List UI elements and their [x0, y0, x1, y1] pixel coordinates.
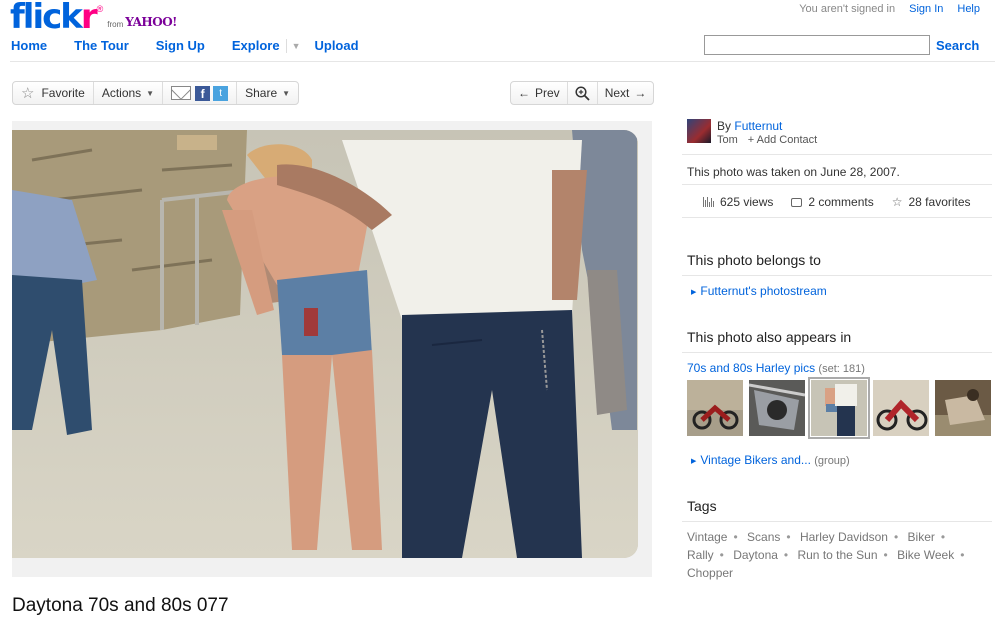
favorites-stat[interactable]: ☆ 28 favorites: [892, 195, 971, 209]
account-links: You aren't signed in Sign In Help: [799, 3, 980, 15]
photo-title: Daytona 70s and 80s 077: [12, 595, 229, 616]
set-link-row: 70s and 80s Harley pics (set: 181): [687, 361, 993, 375]
owner-real-name: Tom: [717, 134, 738, 146]
main-nav: Home The Tour Sign Up Explore ▼ Upload: [11, 38, 386, 53]
by-label: By: [717, 119, 732, 133]
tags-heading: Tags: [687, 498, 717, 514]
date-taken: This photo was taken on June 28, 2007.: [687, 165, 900, 179]
owner-name-link[interactable]: Futternut: [734, 119, 782, 133]
avatar[interactable]: [687, 119, 711, 143]
group-label: (group): [814, 455, 850, 467]
logo-from-text: from: [107, 20, 124, 29]
photo-stats: 625 views 2 comments ☆ 28 favorites: [703, 195, 971, 209]
divider: [682, 217, 992, 218]
tag-link[interactable]: Daytona: [733, 548, 778, 562]
main-photo[interactable]: [12, 130, 638, 558]
nav-upload[interactable]: Upload: [314, 38, 358, 53]
share-icons: f t: [163, 82, 238, 104]
favorite-label: Favorite: [41, 86, 85, 100]
email-icon[interactable]: [171, 86, 192, 100]
nav-explore-group: Explore ▼: [232, 38, 301, 53]
photo-actions-toolbar: ☆ Favorite Actions ▼ f t Share ▼: [12, 81, 300, 105]
views-count: 625 views: [720, 195, 774, 209]
photostream-link[interactable]: ▶ Futternut's photostream: [691, 284, 997, 298]
share-menu-button[interactable]: Share ▼: [237, 82, 298, 104]
zoom-icon: [575, 85, 590, 101]
favorite-button[interactable]: ☆ Favorite: [13, 82, 94, 104]
chevron-down-icon: ▼: [282, 88, 291, 98]
share-label: Share: [245, 86, 278, 100]
nav-explore[interactable]: Explore: [232, 38, 280, 53]
arrow-right-icon: →: [634, 86, 647, 100]
views-icon: [703, 197, 714, 207]
actions-menu-button[interactable]: Actions ▼: [94, 82, 164, 104]
set-thumbnail-selected[interactable]: [808, 377, 870, 439]
appears-heading: This photo also appears in: [687, 329, 852, 345]
tag-link[interactable]: Scans: [747, 530, 780, 544]
divider: [682, 154, 992, 155]
comment-icon: [791, 197, 803, 207]
nav-tour[interactable]: The Tour: [74, 38, 129, 53]
divider: [682, 275, 992, 276]
explore-dropdown-icon[interactable]: ▼: [285, 38, 300, 53]
flickr-wordmark: flickr: [10, 0, 98, 37]
twitter-icon[interactable]: t: [213, 85, 229, 101]
signin-status: You aren't signed in: [799, 3, 896, 15]
flickr-logo[interactable]: flickr ® from YAHOO!: [10, 0, 177, 34]
next-label: Next: [604, 86, 630, 100]
tag-link[interactable]: Rally: [687, 548, 714, 562]
set-thumbnail[interactable]: [935, 380, 991, 436]
set-thumbnail[interactable]: [749, 380, 805, 436]
belongs-heading: This photo belongs to: [687, 252, 821, 268]
views-stat: 625 views: [703, 195, 773, 209]
divider: [682, 184, 992, 185]
owner-block: By Futternut Tom + Add Contact: [687, 119, 993, 146]
tag-link[interactable]: Bike Week: [897, 548, 954, 562]
group-link-row[interactable]: ▶ Vintage Bikers and... (group): [691, 453, 997, 467]
set-thumbnails: [687, 377, 993, 439]
tag-link[interactable]: Biker: [908, 530, 935, 544]
tag-link[interactable]: Vintage: [687, 530, 727, 544]
actions-label: Actions: [101, 86, 142, 100]
triangle-right-icon: ▶: [691, 458, 697, 465]
sign-in-link[interactable]: Sign In: [909, 3, 943, 15]
divider: [682, 352, 992, 353]
nav-home[interactable]: Home: [11, 38, 47, 53]
arrow-left-icon: ←: [518, 86, 530, 100]
favorites-count: 28 favorites: [908, 195, 971, 209]
star-icon: ☆: [21, 85, 35, 102]
divider: [682, 521, 992, 522]
group-link: Vintage Bikers and...: [700, 453, 811, 467]
tag-link[interactable]: Harley Davidson: [800, 530, 888, 544]
set-link[interactable]: 70s and 80s Harley pics: [687, 361, 815, 375]
star-icon: ☆: [891, 195, 903, 209]
tag-link[interactable]: Run to the Sun: [797, 548, 877, 562]
set-thumbnail[interactable]: [873, 380, 929, 436]
search-input[interactable]: [704, 35, 930, 55]
prev-button[interactable]: ← Prev: [511, 82, 568, 104]
comments-count: 2 comments: [808, 195, 874, 209]
comments-stat[interactable]: 2 comments: [791, 195, 874, 209]
set-thumbnail[interactable]: [687, 380, 743, 436]
triangle-right-icon: ▶: [691, 289, 697, 296]
chevron-down-icon: ▼: [146, 88, 155, 98]
nav-signup[interactable]: Sign Up: [156, 38, 205, 53]
zoom-button[interactable]: [568, 82, 598, 104]
tag-link[interactable]: Chopper: [687, 566, 733, 580]
set-count: (set: 181): [818, 363, 865, 375]
yahoo-logo: YAHOO!: [125, 15, 177, 29]
photo-nav-toolbar: ← Prev Next →: [510, 81, 655, 105]
header-divider: [10, 61, 995, 62]
help-link[interactable]: Help: [957, 3, 980, 15]
search-button[interactable]: Search: [936, 38, 979, 53]
facebook-icon[interactable]: f: [195, 85, 211, 101]
photo-container: [12, 121, 652, 577]
add-contact-link[interactable]: + Add Contact: [748, 134, 817, 146]
tags-list: Vintage • Scans • Harley Davidson • Biker • …: [687, 530, 965, 580]
next-button[interactable]: Next →: [598, 82, 654, 104]
prev-label: Prev: [535, 86, 560, 100]
